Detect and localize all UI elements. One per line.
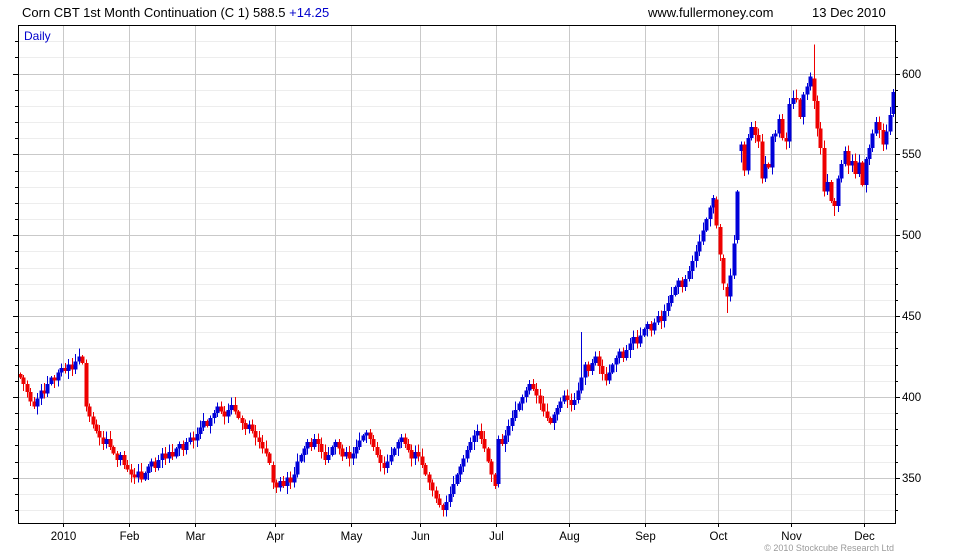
svg-text:Jul: Jul bbox=[489, 531, 504, 543]
svg-text:Aug: Aug bbox=[559, 531, 579, 543]
svg-text:2010: 2010 bbox=[51, 531, 77, 543]
svg-text:Mar: Mar bbox=[186, 531, 206, 543]
svg-text:350: 350 bbox=[902, 473, 921, 485]
svg-text:Dec: Dec bbox=[854, 531, 875, 543]
svg-text:550: 550 bbox=[902, 149, 921, 161]
svg-text:May: May bbox=[341, 531, 363, 543]
svg-text:Sep: Sep bbox=[635, 531, 655, 543]
svg-text:Jun: Jun bbox=[411, 531, 430, 543]
svg-text:Apr: Apr bbox=[267, 531, 285, 543]
svg-text:500: 500 bbox=[902, 230, 921, 242]
price-chart: 2010 Feb Mar Apr May Jun Jul Aug Sep Oct Nov Dec 350… bbox=[13, 25, 921, 543]
copyright-notice: © 2010 Stockcube Research Ltd bbox=[764, 543, 894, 553]
svg-text:Oct: Oct bbox=[710, 531, 729, 543]
svg-text:450: 450 bbox=[902, 311, 921, 323]
svg-text:400: 400 bbox=[902, 392, 921, 404]
chart-window: Corn CBT 1st Month Continuation (C 1) 58… bbox=[0, 0, 980, 560]
interval-label: Daily bbox=[24, 29, 51, 43]
svg-text:Nov: Nov bbox=[781, 531, 802, 543]
svg-text:600: 600 bbox=[902, 69, 921, 81]
svg-text:Feb: Feb bbox=[120, 531, 140, 543]
